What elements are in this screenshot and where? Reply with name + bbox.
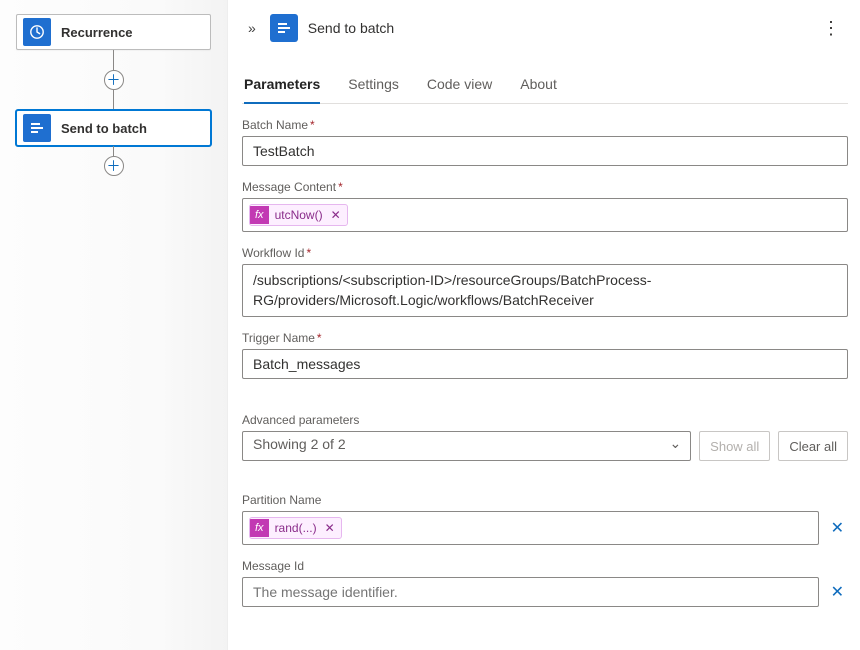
tab-code-view[interactable]: Code view [427, 68, 492, 104]
fx-icon: fx [250, 206, 269, 224]
connector: ＋ [104, 50, 124, 110]
workflow-id-label: Workflow Id* [242, 246, 848, 260]
remove-parameter-button[interactable]: ✕ [827, 582, 848, 602]
batch-icon [270, 14, 298, 42]
field-message-content: Message Content* fx utcNow() ✕ [242, 180, 848, 232]
node-label: Send to batch [61, 121, 147, 136]
canvas-node-send-to-batch[interactable]: Send to batch [16, 110, 211, 146]
field-workflow-id: Workflow Id* /subscriptions/<subscriptio… [242, 246, 848, 317]
tab-settings[interactable]: Settings [348, 68, 399, 104]
advanced-parameters-select[interactable]: Showing 2 of 2 [242, 431, 691, 461]
batch-icon [23, 114, 51, 142]
field-advanced-parameters: Advanced parameters Showing 2 of 2 Show … [242, 413, 848, 461]
clear-all-button[interactable]: Clear all [778, 431, 848, 461]
partition-name-label: Partition Name [242, 493, 848, 507]
token-text: utcNow() [269, 205, 329, 225]
remove-parameter-button[interactable]: ✕ [827, 518, 848, 538]
expression-token[interactable]: fx utcNow() ✕ [249, 204, 348, 226]
node-label: Recurrence [61, 25, 133, 40]
connector-tail: ＋ [104, 146, 124, 176]
collapse-panel-button[interactable]: » [244, 18, 260, 38]
workflow-canvas: Recurrence ＋ Send to batch ＋ [0, 0, 228, 650]
panel-title: Send to batch [308, 20, 394, 36]
message-content-input[interactable]: fx utcNow() ✕ [242, 198, 848, 232]
workflow-id-input[interactable]: /subscriptions/<subscription-ID>/resourc… [242, 264, 848, 317]
property-panel: » Send to batch ⋮ Parameters Settings Co… [228, 0, 860, 650]
tabs: Parameters Settings Code view About [242, 68, 848, 104]
more-actions-button[interactable]: ⋮ [816, 16, 846, 41]
trigger-name-label: Trigger Name* [242, 331, 848, 345]
show-all-button[interactable]: Show all [699, 431, 770, 461]
field-message-id: Message Id ✕ [242, 559, 848, 607]
advanced-parameters-label: Advanced parameters [242, 413, 848, 427]
batch-name-input[interactable] [242, 136, 848, 166]
canvas-node-recurrence[interactable]: Recurrence [16, 14, 211, 50]
field-trigger-name: Trigger Name* [242, 331, 848, 379]
partition-name-input[interactable]: fx rand(...) ✕ [242, 511, 819, 545]
expression-token[interactable]: fx rand(...) ✕ [249, 517, 342, 539]
tab-parameters[interactable]: Parameters [244, 68, 320, 104]
field-batch-name: Batch Name* [242, 118, 848, 166]
fx-icon: fx [250, 519, 269, 537]
add-step-button[interactable]: ＋ [104, 70, 124, 90]
add-step-button[interactable]: ＋ [104, 156, 124, 176]
token-text: rand(...) [269, 518, 323, 538]
remove-token-button[interactable]: ✕ [329, 208, 347, 222]
clock-icon [23, 18, 51, 46]
remove-token-button[interactable]: ✕ [323, 521, 341, 535]
panel-titlebar: » Send to batch ⋮ [242, 8, 848, 52]
message-id-label: Message Id [242, 559, 848, 573]
message-id-input[interactable] [242, 577, 819, 607]
tab-about[interactable]: About [520, 68, 557, 104]
message-content-label: Message Content* [242, 180, 848, 194]
trigger-name-input[interactable] [242, 349, 848, 379]
field-partition-name: Partition Name fx rand(...) ✕ ✕ [242, 493, 848, 545]
batch-name-label: Batch Name* [242, 118, 848, 132]
